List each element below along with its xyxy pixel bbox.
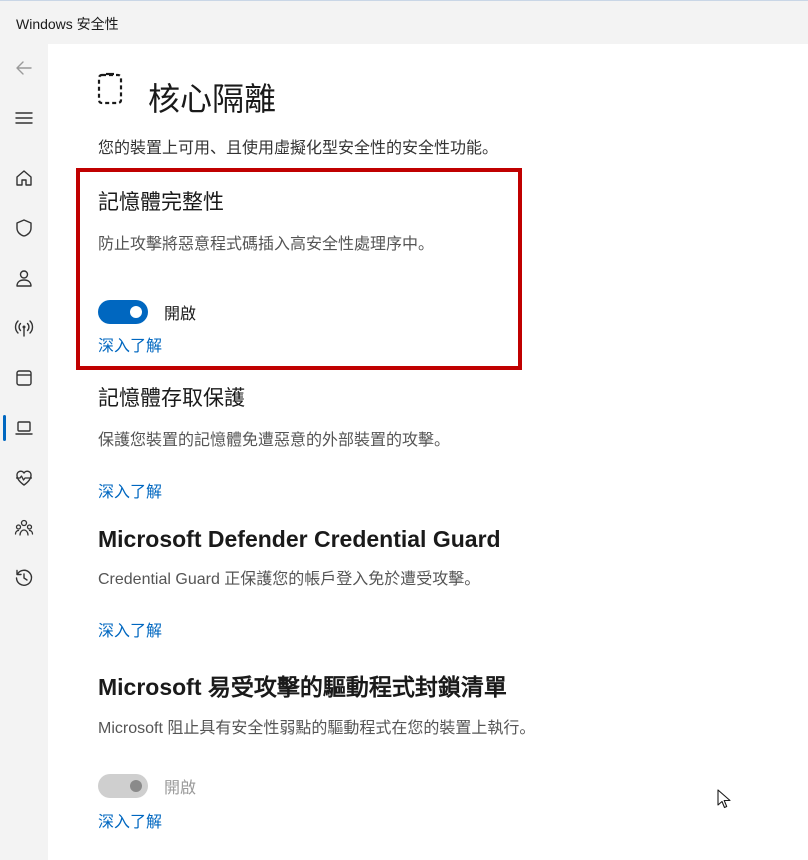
memory-access-title: 記憶體存取保護	[98, 387, 245, 410]
driver-blocklist-toggle-label: 開啟	[164, 780, 197, 797]
people-icon	[14, 519, 34, 536]
driver-blocklist-toggle-row: 開啟	[98, 774, 778, 798]
nav-history[interactable]	[8, 562, 40, 594]
memory-access-desc: 保護您裝置的記憶體免遭惡意的外部裝置的攻擊。	[98, 432, 451, 449]
menu-button[interactable]	[8, 102, 40, 134]
wireless-icon	[14, 320, 34, 337]
driver-blocklist-title: Microsoft 易受攻擊的驅動程式封鎖清單	[98, 674, 507, 700]
memory-integrity-learn-more-link[interactable]: 深入了解	[98, 332, 162, 356]
nav-family[interactable]	[8, 512, 40, 544]
credential-guard-section: Microsoft Defender Credential Guard Cred…	[98, 526, 778, 641]
credential-guard-desc: Credential Guard 正保護您的帳戶登入免於遭受攻擊。	[98, 571, 481, 588]
memory-access-section: 記憶體存取保護 保護您裝置的記憶體免遭惡意的外部裝置的攻擊。 深入了解	[98, 382, 778, 502]
memory-integrity-toggle[interactable]	[98, 300, 148, 324]
page-subtitle: 您的裝置上可用、且使用虛擬化型安全性的安全性功能。	[98, 140, 499, 157]
credential-guard-title: Microsoft Defender Credential Guard	[98, 526, 501, 552]
memory-integrity-toggle-row: 開啟	[98, 300, 778, 324]
nav-app-browser[interactable]	[8, 362, 40, 394]
core-isolation-icon	[97, 72, 123, 105]
toggle-knob	[130, 780, 142, 792]
shield-icon	[16, 219, 32, 237]
laptop-icon	[15, 421, 33, 435]
active-indicator	[3, 415, 6, 441]
history-icon	[15, 569, 33, 586]
nav-device-security[interactable]	[8, 412, 40, 444]
memory-integrity-title: 記憶體完整性	[98, 191, 224, 214]
memory-integrity-desc: 防止攻擊將惡意程式碼插入高安全性處理序中。	[98, 236, 435, 253]
nav-home[interactable]	[8, 162, 40, 194]
window-icon	[16, 370, 32, 386]
title-bar: Windows 安全性	[0, 0, 808, 44]
nav-firewall[interactable]	[8, 312, 40, 344]
heart-pulse-icon	[16, 470, 32, 486]
credential-guard-learn-more-link[interactable]: 深入了解	[98, 617, 162, 641]
back-button[interactable]	[8, 52, 40, 84]
page-header	[96, 72, 124, 106]
driver-blocklist-toggle[interactable]	[98, 774, 148, 798]
memory-integrity-section: 記憶體完整性 防止攻擊將惡意程式碼插入高安全性處理序中。 開啟 深入了解	[98, 186, 778, 356]
driver-blocklist-learn-more-link[interactable]: 深入了解	[98, 808, 162, 832]
page-title: 核心隔離	[148, 81, 277, 117]
driver-blocklist-section: Microsoft 易受攻擊的驅動程式封鎖清單 Microsoft 阻止具有安全…	[98, 668, 778, 832]
toggle-knob	[130, 306, 142, 318]
hamburger-icon	[15, 112, 33, 124]
memory-integrity-toggle-label: 開啟	[164, 306, 197, 323]
content-pane: 核心隔離 您的裝置上可用、且使用虛擬化型安全性的安全性功能。 記憶體完整性 防止…	[48, 44, 808, 860]
driver-blocklist-desc: Microsoft 阻止具有安全性弱點的驅動程式在您的裝置上執行。	[98, 720, 536, 737]
nav-device-health[interactable]	[8, 462, 40, 494]
memory-access-learn-more-link[interactable]: 深入了解	[98, 478, 162, 502]
home-icon	[16, 170, 32, 186]
mouse-cursor-icon	[717, 789, 731, 809]
nav-virus-protection[interactable]	[8, 212, 40, 244]
nav-account-protection[interactable]	[8, 262, 40, 294]
person-icon	[16, 270, 32, 287]
arrow-left-icon	[16, 61, 32, 75]
app-title: Windows 安全性	[16, 16, 119, 32]
nav-sidebar	[0, 44, 48, 860]
